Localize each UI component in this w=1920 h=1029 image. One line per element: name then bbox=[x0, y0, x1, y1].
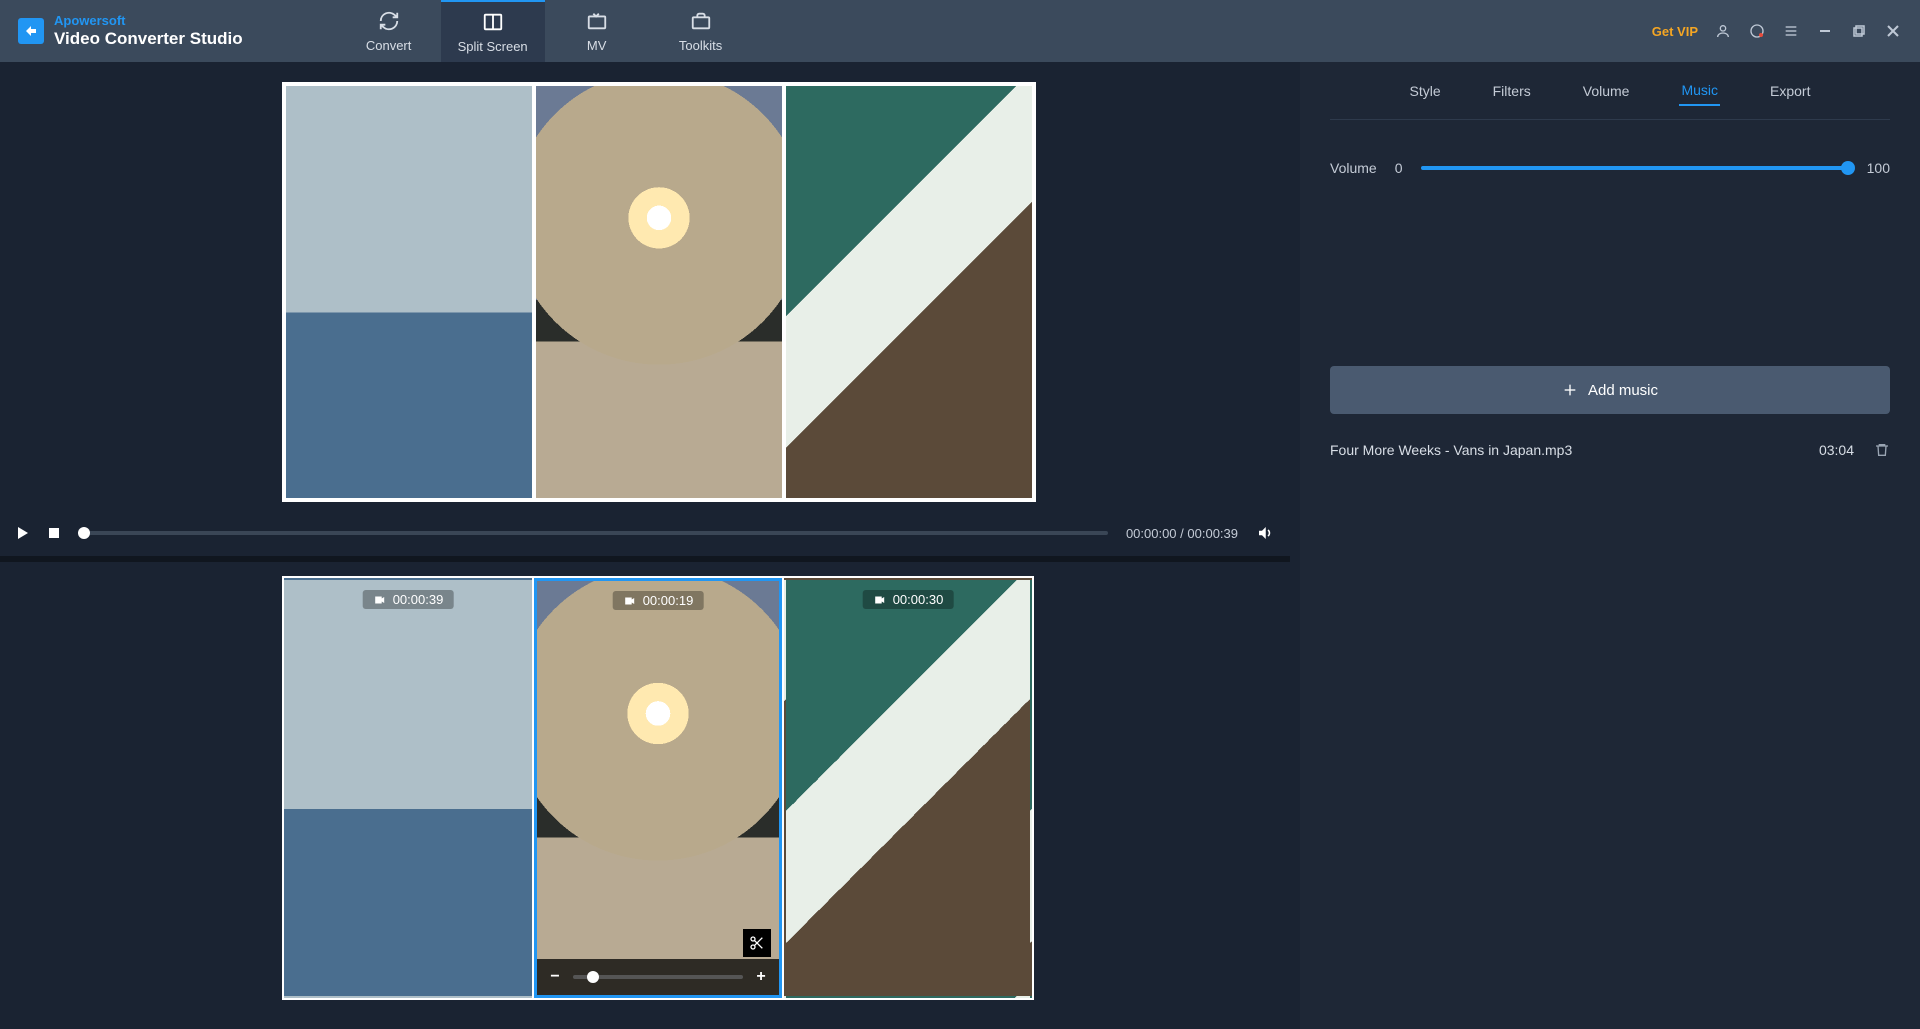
minimize-button[interactable] bbox=[1816, 22, 1834, 40]
notification-icon[interactable] bbox=[1748, 22, 1766, 40]
side-tab-music[interactable]: Music bbox=[1679, 76, 1720, 106]
trash-icon bbox=[1874, 442, 1890, 458]
clip-1[interactable]: 00:00:39 bbox=[284, 578, 532, 998]
delete-track-button[interactable] bbox=[1874, 442, 1890, 458]
workspace: 00:00:00 / 00:00:39 00:00:39 00:00:19 bbox=[0, 62, 1920, 1029]
track-name: Four More Weeks - Vans in Japan.mp3 bbox=[1330, 442, 1819, 458]
total-time: 00:00:39 bbox=[1187, 526, 1238, 541]
zoom-out-button[interactable]: − bbox=[547, 968, 563, 986]
clip-3-duration: 00:00:30 bbox=[893, 592, 944, 607]
tab-convert[interactable]: Convert bbox=[337, 0, 441, 62]
cut-button[interactable] bbox=[743, 929, 771, 957]
volume-slider[interactable] bbox=[1421, 166, 1849, 170]
tab-mv-label: MV bbox=[587, 38, 607, 53]
music-track-row[interactable]: Four More Weeks - Vans in Japan.mp3 03:0… bbox=[1330, 442, 1890, 458]
zoom-knob[interactable] bbox=[587, 971, 599, 983]
left-panel: 00:00:00 / 00:00:39 00:00:39 00:00:19 bbox=[0, 62, 1300, 1029]
side-tab-export[interactable]: Export bbox=[1768, 77, 1812, 105]
plus-icon bbox=[1562, 382, 1578, 398]
get-vip-link[interactable]: Get VIP bbox=[1652, 24, 1698, 39]
time-display: 00:00:00 / 00:00:39 bbox=[1126, 526, 1238, 541]
preview-pane-2[interactable] bbox=[536, 86, 782, 498]
logo-area: Apowersoft Video Converter Studio bbox=[0, 14, 257, 48]
brand-text: Apowersoft Video Converter Studio bbox=[54, 14, 243, 48]
preview-pane-3[interactable] bbox=[786, 86, 1032, 498]
side-tab-style[interactable]: Style bbox=[1408, 77, 1443, 105]
toolbox-icon bbox=[690, 10, 712, 32]
video-icon bbox=[373, 594, 387, 606]
progress-bar[interactable] bbox=[78, 531, 1108, 535]
right-panel: Style Filters Volume Music Export Volume… bbox=[1300, 62, 1920, 1029]
volume-label: Volume bbox=[1330, 160, 1377, 176]
mv-icon bbox=[586, 10, 608, 32]
add-music-label: Add music bbox=[1588, 382, 1658, 399]
clip-1-duration: 00:00:39 bbox=[393, 592, 444, 607]
main-tabs: Convert Split Screen MV Toolkits bbox=[337, 0, 753, 62]
scissors-icon bbox=[749, 935, 765, 951]
tab-split-screen-label: Split Screen bbox=[458, 39, 528, 54]
clip-2[interactable]: 00:00:19 − + bbox=[534, 578, 782, 998]
clip-2-duration: 00:00:19 bbox=[643, 593, 694, 608]
tab-split-screen[interactable]: Split Screen bbox=[441, 0, 545, 62]
side-tabs: Style Filters Volume Music Export bbox=[1330, 62, 1890, 120]
preview-area bbox=[0, 62, 1290, 502]
clip-zoom-bar: − + bbox=[537, 959, 779, 995]
video-icon bbox=[873, 594, 887, 606]
titlebar: Apowersoft Video Converter Studio Conver… bbox=[0, 0, 1920, 62]
progress-knob[interactable] bbox=[78, 527, 90, 539]
side-tab-volume[interactable]: Volume bbox=[1581, 77, 1632, 105]
user-icon[interactable] bbox=[1714, 22, 1732, 40]
app-logo-icon bbox=[18, 18, 44, 44]
tab-convert-label: Convert bbox=[366, 38, 412, 53]
preview-pane-1[interactable] bbox=[286, 86, 532, 498]
playback-bar: 00:00:00 / 00:00:39 bbox=[0, 510, 1290, 556]
video-icon bbox=[623, 595, 637, 607]
current-time: 00:00:00 bbox=[1126, 526, 1177, 541]
music-volume-row: Volume 0 100 bbox=[1330, 160, 1890, 176]
brand-bottom: Video Converter Studio bbox=[54, 29, 243, 49]
preview-frame bbox=[282, 82, 1036, 502]
split-screen-icon bbox=[482, 11, 504, 33]
volume-max: 100 bbox=[1867, 160, 1890, 176]
volume-min: 0 bbox=[1395, 160, 1403, 176]
add-music-button[interactable]: Add music bbox=[1330, 366, 1890, 414]
stop-button[interactable] bbox=[48, 527, 60, 539]
zoom-in-button[interactable]: + bbox=[753, 968, 769, 986]
track-duration: 03:04 bbox=[1819, 442, 1854, 458]
zoom-slider[interactable] bbox=[573, 975, 743, 979]
close-button[interactable] bbox=[1884, 22, 1902, 40]
window-controls: Get VIP bbox=[1652, 22, 1920, 40]
play-button[interactable] bbox=[16, 526, 30, 540]
tab-mv[interactable]: MV bbox=[545, 0, 649, 62]
volume-knob[interactable] bbox=[1841, 161, 1855, 175]
refresh-icon bbox=[378, 10, 400, 32]
side-tab-filters[interactable]: Filters bbox=[1491, 77, 1533, 105]
clip-3-duration-badge: 00:00:30 bbox=[863, 590, 954, 609]
tab-toolkits[interactable]: Toolkits bbox=[649, 0, 753, 62]
clip-1-duration-badge: 00:00:39 bbox=[363, 590, 454, 609]
maximize-button[interactable] bbox=[1850, 22, 1868, 40]
tab-toolkits-label: Toolkits bbox=[679, 38, 722, 53]
menu-icon[interactable] bbox=[1782, 22, 1800, 40]
brand-top: Apowersoft bbox=[54, 14, 243, 29]
clips-area: 00:00:39 00:00:19 − bbox=[0, 562, 1290, 1000]
clip-3[interactable]: 00:00:30 bbox=[784, 578, 1032, 998]
clip-2-duration-badge: 00:00:19 bbox=[613, 591, 704, 610]
volume-icon[interactable] bbox=[1256, 524, 1274, 542]
clips-frame: 00:00:39 00:00:19 − bbox=[282, 576, 1034, 1000]
